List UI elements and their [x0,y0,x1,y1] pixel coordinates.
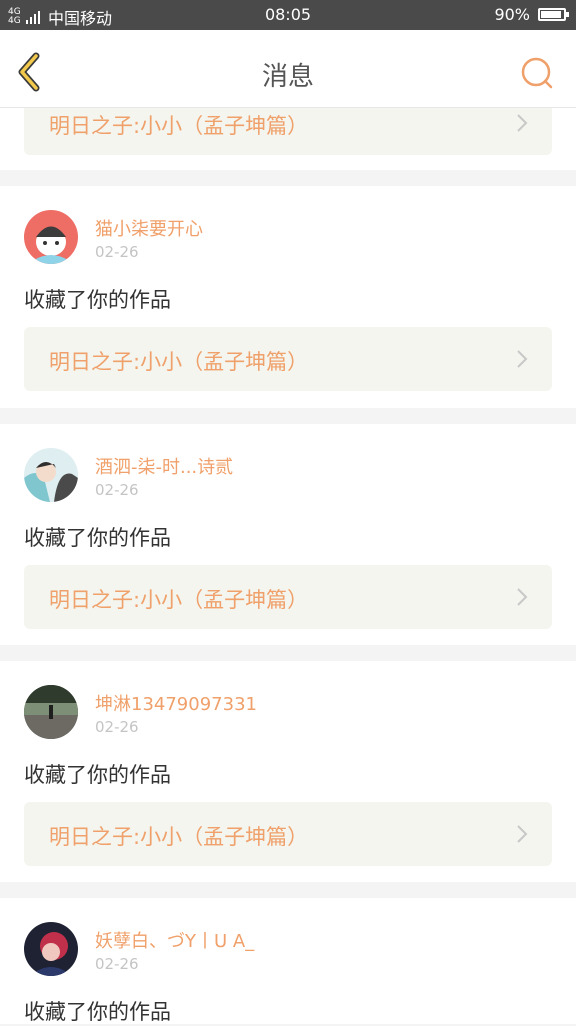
work-link[interactable]: 明日之子:小小（孟子坤篇） [24,565,552,629]
message-card: 酒泗-柒-时...诗贰 02-26 收藏了你的作品 明日之子:小小（孟子坤篇） [0,424,576,645]
page-title: 消息 [261,62,314,92]
status-time: 08:05 [264,5,312,24]
message-date: 02-26 [95,718,139,736]
work-title: 明日之子:小小（孟子坤篇） [49,825,309,849]
avatar[interactable] [24,922,78,976]
chevron-right-icon [517,588,528,606]
status-right: 90% [494,5,569,24]
work-link[interactable]: 明日之子:小小（孟子坤篇） [24,802,552,866]
username[interactable]: 妖孽白、づY丨U A_ [95,927,254,953]
username[interactable]: 酒泗-柒-时...诗贰 [95,453,233,479]
work-link[interactable]: 明日之子:小小（孟子坤篇） [24,327,552,391]
status-bar: 4G 4G 中国移动 08:05 90% [0,0,576,30]
search-icon[interactable] [520,56,554,90]
chevron-right-icon [517,825,528,843]
message-action: 收藏了你的作品 [24,526,171,550]
battery-fill [541,11,561,18]
avatar-image [24,210,78,264]
nav-bar: 消息 [0,30,576,108]
message-date: 02-26 [95,481,139,499]
message-card: 妖孽白、づY丨U A_ 02-26 收藏了你的作品 [0,898,576,1024]
work-title: 明日之子:小小（孟子坤篇） [49,350,309,374]
message-card: 猫小柒要开心 02-26 收藏了你的作品 明日之子:小小（孟子坤篇） [0,186,576,408]
avatar[interactable] [24,448,78,502]
chevron-right-icon [517,114,528,132]
avatar-image [24,448,78,502]
message-date: 02-26 [95,243,139,261]
battery-icon [538,8,569,21]
chevron-right-icon [517,350,528,368]
username[interactable]: 坤淋13479097331 [95,690,257,716]
message-date: 02-26 [95,955,139,973]
username[interactable]: 猫小柒要开心 [95,215,203,241]
avatar-image [24,922,78,976]
avatar[interactable] [24,685,78,739]
work-title: 明日之子:小小（孟子坤篇） [49,114,309,138]
message-action: 收藏了你的作品 [24,763,171,787]
message-action: 收藏了你的作品 [24,288,171,312]
work-title: 明日之子:小小（孟子坤篇） [49,588,309,612]
message-action: 收藏了你的作品 [24,1000,171,1024]
avatar-image [24,685,78,739]
message-card: 明日之子:小小（孟子坤篇） [0,91,576,170]
message-card: 坤淋13479097331 02-26 收藏了你的作品 明日之子:小小（孟子坤篇… [0,661,576,882]
avatar[interactable] [24,210,78,264]
battery-percent: 90% [494,5,530,24]
